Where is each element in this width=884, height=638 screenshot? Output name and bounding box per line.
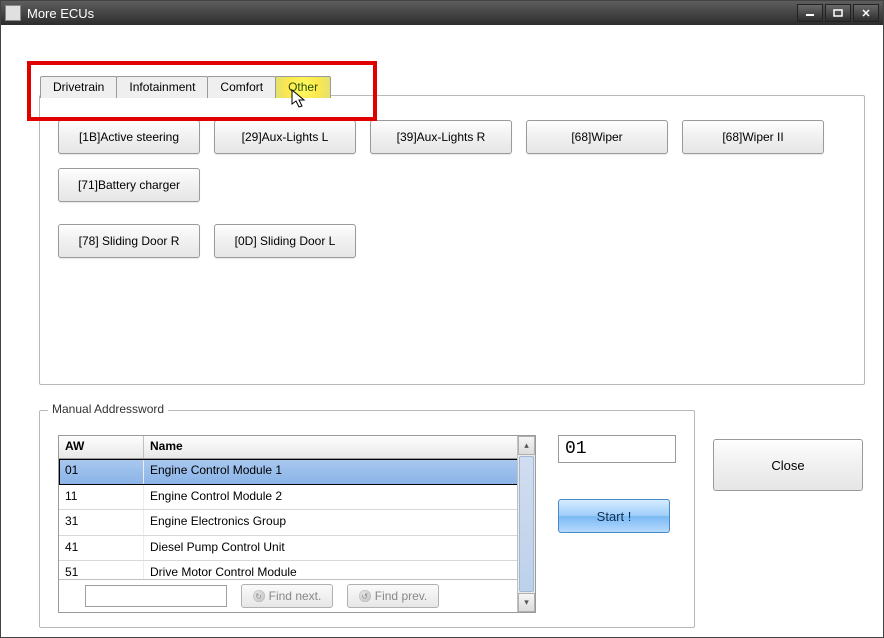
client-area: Drivetrain Infotainment Comfort Other [1… (1, 25, 883, 637)
ecu-button[interactable]: [0D] Sliding Door L (214, 224, 356, 258)
ecu-button[interactable]: [68]Wiper (526, 120, 668, 154)
aw-col-header-name[interactable]: Name (144, 436, 535, 458)
scroll-up-button[interactable]: ▴ (518, 436, 535, 455)
aw-col-header-aw[interactable]: AW (59, 436, 144, 458)
ecu-button[interactable]: [78] Sliding Door R (58, 224, 200, 258)
close-window-button[interactable] (853, 4, 879, 22)
tab-infotainment[interactable]: Infotainment (116, 76, 208, 98)
find-input[interactable] (85, 585, 227, 607)
minimize-button[interactable] (797, 4, 823, 22)
aw-find-bar: ↻ Find next. ↺ Find prev. (59, 579, 535, 612)
aw-row[interactable]: 11 Engine Control Module 2 (59, 485, 535, 511)
tab-comfort[interactable]: Comfort (207, 76, 276, 98)
tab-drivetrain[interactable]: Drivetrain (40, 76, 117, 98)
ecu-button[interactable]: [39]Aux-Lights R (370, 120, 512, 154)
aw-row[interactable]: 31 Engine Electronics Group (59, 510, 535, 536)
aw-table-header: AW Name (59, 436, 535, 459)
maximize-button[interactable] (825, 4, 851, 22)
manual-addressword-group: Manual Addressword AW Name 01 Engine Con… (39, 410, 695, 628)
find-next-icon: ↻ (253, 590, 265, 602)
close-button[interactable]: Close (713, 439, 863, 491)
ecu-button[interactable]: [29]Aux-Lights L (214, 120, 356, 154)
ecu-category-tabs: Drivetrain Infotainment Comfort Other (40, 76, 330, 98)
aw-row[interactable]: 51 Drive Motor Control Module (59, 561, 535, 579)
aw-table: AW Name 01 Engine Control Module 1 11 En… (58, 435, 536, 613)
titlebar: More ECUs (1, 1, 883, 25)
start-button[interactable]: Start ! (558, 499, 670, 533)
aw-code-input[interactable] (558, 435, 676, 463)
ecu-row-1: [1B]Active steering [29]Aux-Lights L [39… (58, 120, 846, 202)
window-title: More ECUs (27, 6, 94, 21)
scroll-thumb[interactable] (519, 456, 534, 592)
aw-table-body: 01 Engine Control Module 1 11 Engine Con… (59, 459, 535, 579)
ecu-button[interactable]: [1B]Active steering (58, 120, 200, 154)
aw-scrollbar[interactable]: ▴ ▾ (517, 436, 535, 612)
ecu-button[interactable]: [71]Battery charger (58, 168, 200, 202)
ecu-buttons-frame: [1B]Active steering [29]Aux-Lights L [39… (39, 95, 865, 385)
find-next-button[interactable]: ↻ Find next. (241, 584, 333, 608)
aw-row[interactable]: 01 Engine Control Module 1 (59, 459, 535, 485)
system-icon (5, 5, 21, 21)
tab-other[interactable]: Other (275, 76, 331, 98)
ecu-row-2: [78] Sliding Door R [0D] Sliding Door L (58, 224, 846, 258)
app-window: More ECUs Drivetrain Infotainment Comfor… (0, 0, 884, 638)
ecu-button[interactable]: [68]Wiper II (682, 120, 824, 154)
aw-row[interactable]: 41 Diesel Pump Control Unit (59, 536, 535, 562)
find-prev-icon: ↺ (359, 590, 371, 602)
find-prev-button[interactable]: ↺ Find prev. (347, 584, 439, 608)
manual-legend: Manual Addressword (48, 402, 168, 416)
scroll-down-button[interactable]: ▾ (518, 593, 535, 612)
